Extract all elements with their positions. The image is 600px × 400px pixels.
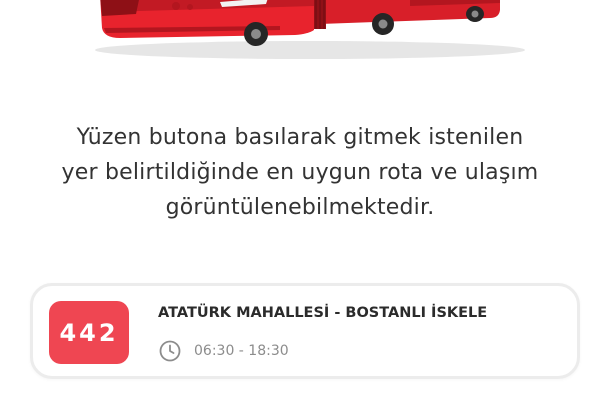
- description-line-2: yer belirtildiğinde en uygun rota ve ula…: [61, 160, 539, 185]
- route-card[interactable]: 442 ATATÜRK MAHALLESİ - BOSTANLI İSKELE …: [30, 283, 580, 379]
- onboarding-description: Yüzen butona basılarak gitmek istenilen …: [20, 120, 580, 225]
- description-line-3: görüntülenebilmektedir.: [165, 195, 435, 220]
- route-name: ATATÜRK MAHALLESİ - BOSTANLI İSKELE: [158, 305, 488, 321]
- description-line-1: Yüzen butona basılarak gitmek istenilen: [76, 125, 524, 150]
- bus-icon: [95, 0, 525, 59]
- route-number-badge: 442: [49, 301, 129, 364]
- clock-icon: [159, 340, 181, 362]
- route-number: 442: [59, 318, 119, 347]
- onboarding-page: Yüzen butona basılarak gitmek istenilen …: [0, 0, 600, 400]
- route-hours: 06:30 - 18:30: [194, 343, 289, 359]
